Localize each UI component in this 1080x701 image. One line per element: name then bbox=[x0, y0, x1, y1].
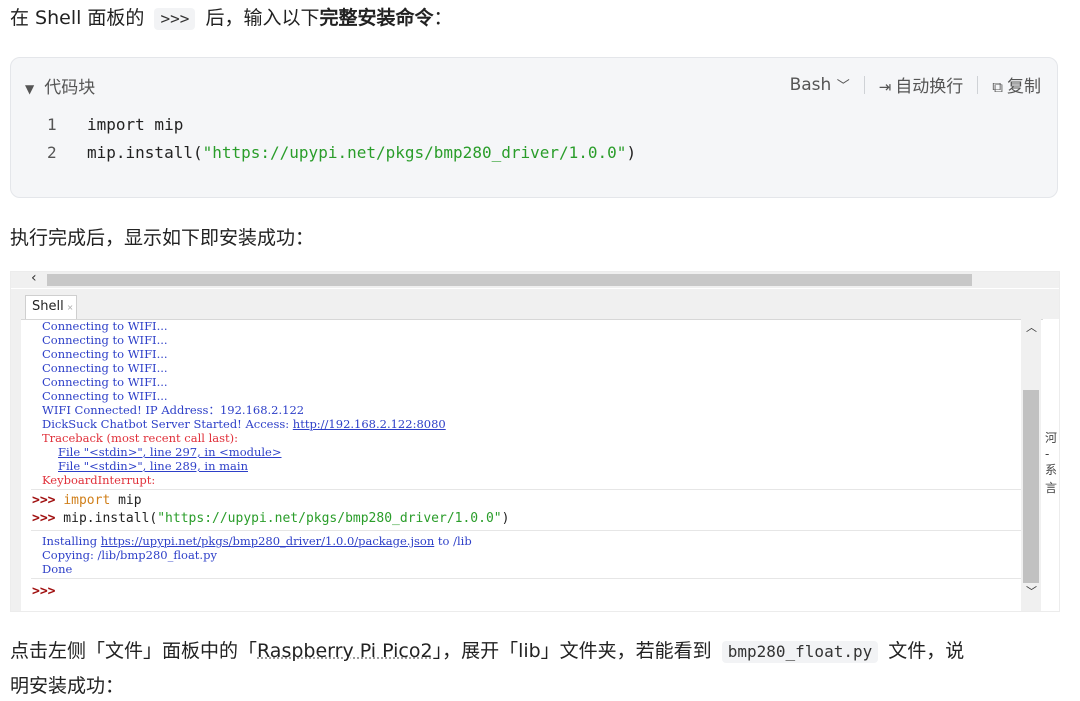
inline-code-prompt: >>> bbox=[154, 8, 196, 30]
console-line: Connecting to WIFI... bbox=[42, 333, 168, 347]
intro-middle: 后，输入以下 bbox=[205, 7, 320, 29]
console-line: WIFI Connected! IP Address：192.168.2.122 bbox=[42, 403, 305, 417]
traceback-file-link[interactable]: File "<stdin>", line 289, in main bbox=[58, 460, 248, 473]
scroll-thumb[interactable] bbox=[47, 274, 972, 286]
result-paragraph: 执行完成后，显示如下即安装成功： bbox=[10, 227, 315, 249]
command-text: mip.install( bbox=[55, 511, 158, 526]
code-block-title: 代码块 bbox=[44, 78, 96, 98]
wrap-toggle-button[interactable]: ⇥ 自动换行 bbox=[879, 72, 964, 97]
tab-label: Shell bbox=[32, 299, 64, 314]
command-close: ) bbox=[501, 511, 510, 526]
install-link[interactable]: https://upypi.net/pkgs/bmp280_driver/1.0… bbox=[101, 534, 434, 548]
divider bbox=[31, 489, 1021, 490]
scroll-down-icon[interactable]: ﹀ bbox=[1026, 583, 1037, 599]
shell-console[interactable]: Connecting to WIFI... Connecting to WIFI… bbox=[31, 319, 1021, 611]
side-text: 河 bbox=[1045, 431, 1058, 445]
server-text: DickSuck Chatbot Server Started! Access: bbox=[42, 417, 293, 431]
code-string: "https://upypi.net/pkgs/bmp280_driver/1.… bbox=[202, 143, 627, 162]
console-line: Installing https://upypi.net/pkgs/bmp280… bbox=[42, 534, 472, 548]
wrap-label: 自动换行 bbox=[895, 77, 964, 97]
copy-label: 复制 bbox=[1007, 77, 1041, 97]
code-block-toggle[interactable]: ▼ 代码块 bbox=[25, 73, 95, 98]
divider bbox=[31, 578, 1021, 579]
prompt-line: >>> mip.install("https://upypi.net/pkgs/… bbox=[32, 511, 509, 526]
prompt-line: >>> import mip bbox=[32, 493, 142, 508]
line-number: 1 bbox=[47, 115, 57, 134]
error-line: KeyboardInterrupt: bbox=[42, 473, 156, 487]
scroll-left-icon[interactable]: ‹ bbox=[31, 272, 37, 286]
prompt-marker: >>> bbox=[32, 511, 56, 526]
chevron-down-icon: ﹀ bbox=[836, 78, 850, 94]
vertical-scrollbar[interactable]: ︿ ﹀ bbox=[1021, 319, 1041, 611]
device-name: Raspberry Pi Pico2 bbox=[257, 640, 433, 662]
language-select[interactable]: Bash ﹀ bbox=[790, 75, 850, 95]
outro-paragraph: 点击左侧「文件」面板中的「Raspberry Pi Pico2」，展开「lib」… bbox=[10, 641, 964, 663]
outro-paragraph-line2: 明安装成功： bbox=[10, 675, 125, 697]
prompt-marker: >>> bbox=[32, 493, 56, 508]
intro-suffix: ： bbox=[433, 7, 453, 29]
wrap-icon: ⇥ bbox=[878, 78, 892, 96]
scroll-up-icon[interactable]: ︿ bbox=[1026, 319, 1037, 335]
left-gutter bbox=[11, 319, 21, 611]
copy-button[interactable]: ⧉ 复制 bbox=[992, 72, 1041, 97]
divider bbox=[977, 75, 979, 94]
code-block: ▼ 代码块 Bash ﹀ ⇥ 自动换行 ⧉ 复制 1 import mip 2 mip… bbox=[10, 57, 1058, 198]
divider bbox=[863, 75, 865, 94]
close-icon[interactable]: × bbox=[67, 303, 74, 312]
tab-bar: Shell × bbox=[11, 289, 1059, 320]
prompt-line[interactable]: >>> bbox=[32, 584, 55, 599]
line-number: 2 bbox=[47, 143, 57, 162]
console-line: Connecting to WIFI... bbox=[42, 361, 168, 375]
console-line: Copying: /lib/bmp280_float.py bbox=[42, 548, 217, 562]
shell-screenshot: ‹ Shell × Connecting to WIFI... Connectin… bbox=[10, 271, 1060, 612]
code-text: import mip bbox=[87, 115, 184, 134]
command-text: mip bbox=[110, 493, 142, 508]
intro-bold: 完整安装命令 bbox=[319, 7, 434, 29]
intro-paragraph: 在 Shell 面板的 >>> 后，输入以下完整安装命令： bbox=[10, 8, 452, 30]
prompt-marker: >>> bbox=[32, 584, 56, 599]
command-string: "https://upypi.net/pkgs/bmp280_driver/1.… bbox=[157, 511, 502, 526]
console-line: Connecting to WIFI... bbox=[42, 319, 168, 333]
language-label: Bash bbox=[789, 74, 832, 95]
side-text: 言 bbox=[1045, 481, 1058, 495]
scroll-thumb[interactable] bbox=[1023, 390, 1039, 583]
install-text: Installing bbox=[42, 534, 101, 548]
outro-text: 」，展开「lib」文件夹，若能看到 bbox=[432, 640, 712, 662]
console-line: DickSuck Chatbot Server Started! Access:… bbox=[42, 417, 446, 431]
code-block-toolbar: Bash ﹀ ⇥ 自动换行 ⧉ 复制 bbox=[790, 72, 1041, 98]
server-link[interactable]: http://192.168.2.122:8080 bbox=[293, 417, 446, 431]
inline-code-filename: bmp280_float.py bbox=[721, 641, 879, 663]
tab-shell[interactable]: Shell × bbox=[25, 295, 77, 319]
outro-text: 文件，说 bbox=[888, 640, 965, 662]
traceback-line: Traceback (most recent call last): bbox=[42, 431, 239, 445]
caret-down-icon: ▼ bbox=[25, 82, 35, 96]
code-text: mip.install("https://upypi.net/pkgs/bmp2… bbox=[87, 143, 636, 162]
traceback-file-link[interactable]: File "<stdin>", line 297, in <module> bbox=[58, 446, 282, 459]
code-call: mip.install( bbox=[87, 143, 203, 162]
console-line: Connecting to WIFI... bbox=[42, 375, 168, 389]
console-line: Connecting to WIFI... bbox=[42, 389, 168, 403]
horizontal-scrollbar[interactable]: ‹ bbox=[11, 272, 1059, 288]
console-line: Connecting to WIFI... bbox=[42, 347, 168, 361]
divider bbox=[31, 530, 1021, 531]
install-suffix: to /lib bbox=[434, 534, 472, 548]
outro-text: 点击左侧「文件」面板中的「 bbox=[10, 640, 258, 662]
code-close: ) bbox=[626, 143, 637, 162]
side-text: -系 bbox=[1045, 447, 1058, 477]
clipped-side-panel: 河 -系 言 bbox=[1043, 319, 1059, 611]
keyword: import bbox=[63, 493, 111, 508]
console-line: Done bbox=[42, 562, 73, 576]
copy-icon: ⧉ bbox=[992, 78, 1003, 96]
intro-prefix: 在 Shell 面板的 bbox=[10, 7, 145, 29]
